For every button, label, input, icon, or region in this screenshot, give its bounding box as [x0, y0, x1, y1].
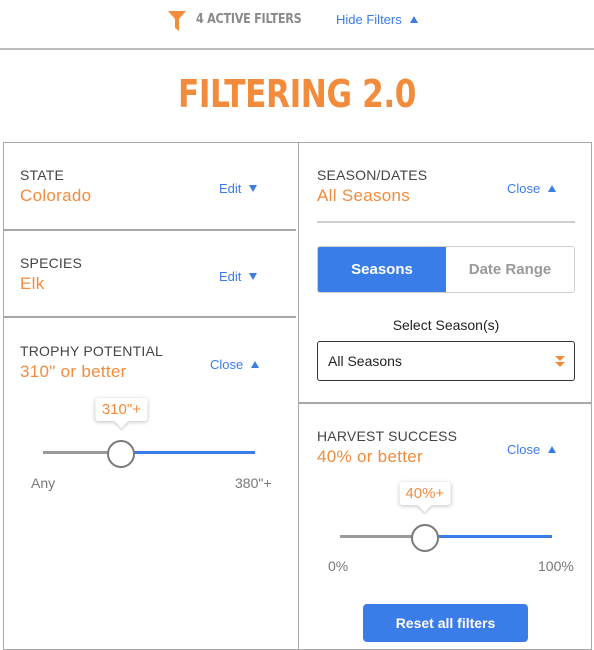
- divider: [298, 402, 592, 404]
- double-chevron-down-icon: [555, 356, 565, 367]
- left-filter-column: [3, 142, 299, 650]
- state-value: Colorado: [20, 186, 92, 205]
- chevron-up-icon: [251, 360, 260, 368]
- season-dates-label: SEASON/DATES: [317, 167, 428, 183]
- species-label: SPECIES: [20, 255, 83, 271]
- slider-thumb[interactable]: [410, 524, 439, 552]
- season-dates-value: All Seasons: [317, 186, 411, 205]
- harvest-success-value: 40% or better: [317, 447, 423, 466]
- chevron-down-icon: [249, 185, 258, 193]
- trophy-close-button[interactable]: Close: [210, 357, 260, 372]
- slider-thumb[interactable]: [107, 440, 136, 468]
- trophy-potential-slider[interactable]: 310"+: [43, 398, 255, 468]
- slider-value-bubble: 310"+: [95, 398, 147, 421]
- harvest-close-label: Close: [507, 442, 541, 457]
- harvest-close-button[interactable]: Close: [507, 442, 557, 457]
- funnel-icon: [168, 11, 186, 31]
- species-value: Elk: [20, 274, 45, 293]
- filter-status-bar: 4 ACTIVE FILTERS Hide Filters: [0, 0, 594, 50]
- tab-date-range[interactable]: Date Range: [446, 247, 574, 292]
- state-label: STATE: [20, 167, 65, 183]
- season-select[interactable]: All Seasons: [317, 341, 575, 381]
- chevron-up-icon: [409, 15, 418, 23]
- tab-seasons[interactable]: Seasons: [318, 247, 446, 292]
- state-edit-button[interactable]: Edit: [219, 181, 258, 196]
- hide-filters-label: Hide Filters: [336, 12, 402, 27]
- trophy-potential-value: 310" or better: [20, 362, 127, 381]
- species-edit-button[interactable]: Edit: [219, 269, 258, 284]
- chevron-up-icon: [548, 445, 557, 453]
- trophy-close-label: Close: [210, 357, 244, 372]
- slider-max-label: 380"+: [235, 475, 272, 491]
- season-select-value: All Seasons: [328, 353, 402, 369]
- harvest-success-label: HARVEST SUCCESS: [317, 428, 458, 444]
- species-edit-label: Edit: [219, 269, 242, 284]
- page-title: FILTERING 2.0: [177, 72, 417, 116]
- slider-value-bubble: 40%+: [399, 482, 451, 505]
- slider-min-label: 0%: [328, 558, 349, 574]
- reset-filters-button[interactable]: Reset all filters: [363, 604, 528, 642]
- divider: [317, 221, 575, 223]
- hide-filters-button[interactable]: Hide Filters: [336, 12, 418, 27]
- slider-max-label: 100%: [538, 558, 574, 574]
- active-filters-count: 4 ACTIVE FILTERS: [196, 12, 302, 27]
- season-mode-toggle: Seasons Date Range: [317, 246, 575, 293]
- season-close-button[interactable]: Close: [507, 181, 557, 196]
- select-season-label: Select Season(s): [392, 317, 500, 333]
- chevron-up-icon: [548, 184, 557, 192]
- slider-min-label: Any: [31, 475, 56, 491]
- harvest-success-slider[interactable]: 40%+: [340, 482, 552, 552]
- divider: [3, 229, 296, 231]
- divider: [3, 316, 296, 318]
- season-close-label: Close: [507, 181, 541, 196]
- chevron-down-icon: [249, 273, 258, 281]
- trophy-potential-label: TROPHY POTENTIAL: [20, 343, 163, 359]
- state-edit-label: Edit: [219, 181, 242, 196]
